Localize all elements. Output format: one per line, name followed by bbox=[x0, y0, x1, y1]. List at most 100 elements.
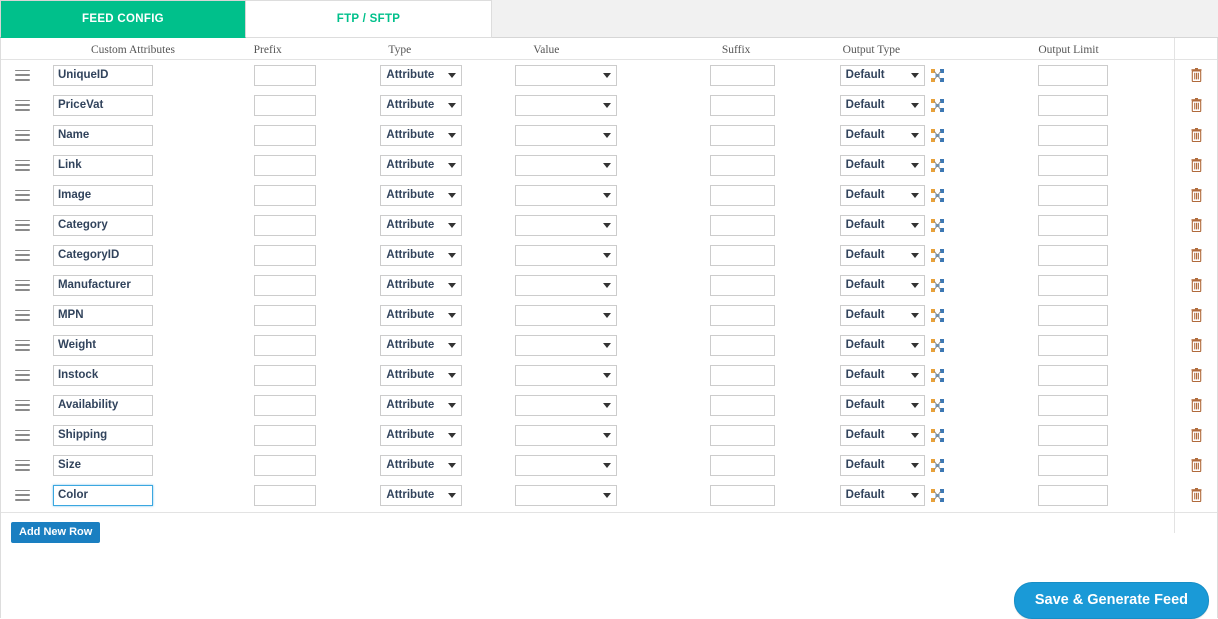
custom-attribute-input[interactable] bbox=[52, 94, 153, 116]
suffix-input[interactable] bbox=[709, 394, 775, 416]
type-select[interactable]: Attribute bbox=[380, 304, 463, 326]
output-limit-input[interactable] bbox=[1038, 64, 1109, 86]
output-limit-input[interactable] bbox=[1038, 334, 1109, 356]
type-select[interactable]: Attribute bbox=[380, 64, 463, 86]
suffix-input[interactable] bbox=[709, 64, 775, 86]
prefix-input[interactable] bbox=[253, 64, 316, 86]
drag-handle-icon[interactable] bbox=[15, 429, 30, 441]
type-select[interactable]: Attribute bbox=[380, 244, 463, 266]
prefix-input[interactable] bbox=[253, 334, 316, 356]
prefix-input[interactable] bbox=[253, 184, 316, 206]
output-type-select[interactable]: Default bbox=[839, 184, 925, 206]
suffix-input[interactable] bbox=[709, 214, 775, 236]
custom-attribute-input[interactable] bbox=[52, 154, 153, 176]
suffix-input[interactable] bbox=[709, 454, 775, 476]
type-select[interactable]: Attribute bbox=[380, 184, 463, 206]
prefix-input[interactable] bbox=[253, 454, 316, 476]
type-select[interactable]: Attribute bbox=[380, 154, 463, 176]
prefix-input[interactable] bbox=[253, 244, 316, 266]
output-type-select[interactable]: Default bbox=[839, 64, 925, 86]
value-select[interactable] bbox=[515, 274, 618, 296]
trash-icon[interactable] bbox=[1190, 397, 1203, 413]
map-connector-icon[interactable] bbox=[930, 398, 944, 412]
output-type-select[interactable]: Default bbox=[839, 304, 925, 326]
output-type-select[interactable]: Default bbox=[839, 274, 925, 296]
prefix-input[interactable] bbox=[253, 304, 316, 326]
output-limit-input[interactable] bbox=[1038, 94, 1109, 116]
prefix-input[interactable] bbox=[253, 124, 316, 146]
trash-icon[interactable] bbox=[1190, 217, 1203, 233]
trash-icon[interactable] bbox=[1190, 127, 1203, 143]
output-type-select[interactable]: Default bbox=[839, 124, 925, 146]
drag-handle-icon[interactable] bbox=[15, 189, 30, 201]
output-limit-input[interactable] bbox=[1038, 184, 1109, 206]
map-connector-icon[interactable] bbox=[930, 68, 944, 82]
output-limit-input[interactable] bbox=[1038, 454, 1109, 476]
output-limit-input[interactable] bbox=[1038, 154, 1109, 176]
output-limit-input[interactable] bbox=[1038, 304, 1109, 326]
value-select[interactable] bbox=[515, 304, 618, 326]
output-type-select[interactable]: Default bbox=[839, 394, 925, 416]
trash-icon[interactable] bbox=[1190, 247, 1203, 263]
type-select[interactable]: Attribute bbox=[380, 394, 463, 416]
output-limit-input[interactable] bbox=[1038, 394, 1109, 416]
drag-handle-icon[interactable] bbox=[15, 339, 30, 351]
suffix-input[interactable] bbox=[709, 94, 775, 116]
value-select[interactable] bbox=[515, 184, 618, 206]
prefix-input[interactable] bbox=[253, 94, 316, 116]
output-limit-input[interactable] bbox=[1038, 124, 1109, 146]
map-connector-icon[interactable] bbox=[930, 488, 944, 502]
output-type-select[interactable]: Default bbox=[839, 484, 925, 506]
prefix-input[interactable] bbox=[253, 484, 316, 506]
tab-ftp-sftp[interactable]: FTP / SFTP bbox=[246, 0, 492, 38]
drag-handle-icon[interactable] bbox=[15, 129, 30, 141]
custom-attribute-input[interactable] bbox=[52, 394, 153, 416]
value-select[interactable] bbox=[515, 454, 618, 476]
map-connector-icon[interactable] bbox=[930, 368, 944, 382]
map-connector-icon[interactable] bbox=[930, 308, 944, 322]
type-select[interactable]: Attribute bbox=[380, 274, 463, 296]
value-select[interactable] bbox=[515, 154, 618, 176]
map-connector-icon[interactable] bbox=[930, 218, 944, 232]
value-select[interactable] bbox=[515, 394, 618, 416]
trash-icon[interactable] bbox=[1190, 97, 1203, 113]
drag-handle-icon[interactable] bbox=[15, 219, 30, 231]
output-type-select[interactable]: Default bbox=[839, 214, 925, 236]
map-connector-icon[interactable] bbox=[930, 158, 944, 172]
suffix-input[interactable] bbox=[709, 244, 775, 266]
custom-attribute-input[interactable] bbox=[52, 244, 153, 266]
type-select[interactable]: Attribute bbox=[380, 454, 463, 476]
suffix-input[interactable] bbox=[709, 424, 775, 446]
custom-attribute-input[interactable] bbox=[52, 334, 153, 356]
custom-attribute-input[interactable] bbox=[52, 364, 153, 386]
map-connector-icon[interactable] bbox=[930, 458, 944, 472]
trash-icon[interactable] bbox=[1190, 187, 1203, 203]
map-connector-icon[interactable] bbox=[930, 98, 944, 112]
suffix-input[interactable] bbox=[709, 184, 775, 206]
drag-handle-icon[interactable] bbox=[15, 279, 30, 291]
value-select[interactable] bbox=[515, 424, 618, 446]
map-connector-icon[interactable] bbox=[930, 128, 944, 142]
drag-handle-icon[interactable] bbox=[15, 489, 30, 501]
map-connector-icon[interactable] bbox=[930, 278, 944, 292]
type-select[interactable]: Attribute bbox=[380, 214, 463, 236]
output-type-select[interactable]: Default bbox=[839, 244, 925, 266]
suffix-input[interactable] bbox=[709, 304, 775, 326]
output-limit-input[interactable] bbox=[1038, 244, 1109, 266]
trash-icon[interactable] bbox=[1190, 367, 1203, 383]
suffix-input[interactable] bbox=[709, 124, 775, 146]
custom-attribute-input[interactable] bbox=[52, 124, 153, 146]
drag-handle-icon[interactable] bbox=[15, 309, 30, 321]
prefix-input[interactable] bbox=[253, 394, 316, 416]
output-limit-input[interactable] bbox=[1038, 274, 1109, 296]
trash-icon[interactable] bbox=[1190, 67, 1203, 83]
output-limit-input[interactable] bbox=[1038, 424, 1109, 446]
suffix-input[interactable] bbox=[709, 274, 775, 296]
trash-icon[interactable] bbox=[1190, 427, 1203, 443]
trash-icon[interactable] bbox=[1190, 307, 1203, 323]
output-type-select[interactable]: Default bbox=[839, 364, 925, 386]
map-connector-icon[interactable] bbox=[930, 428, 944, 442]
output-type-select[interactable]: Default bbox=[839, 454, 925, 476]
drag-handle-icon[interactable] bbox=[15, 99, 30, 111]
custom-attribute-input[interactable] bbox=[52, 184, 153, 206]
